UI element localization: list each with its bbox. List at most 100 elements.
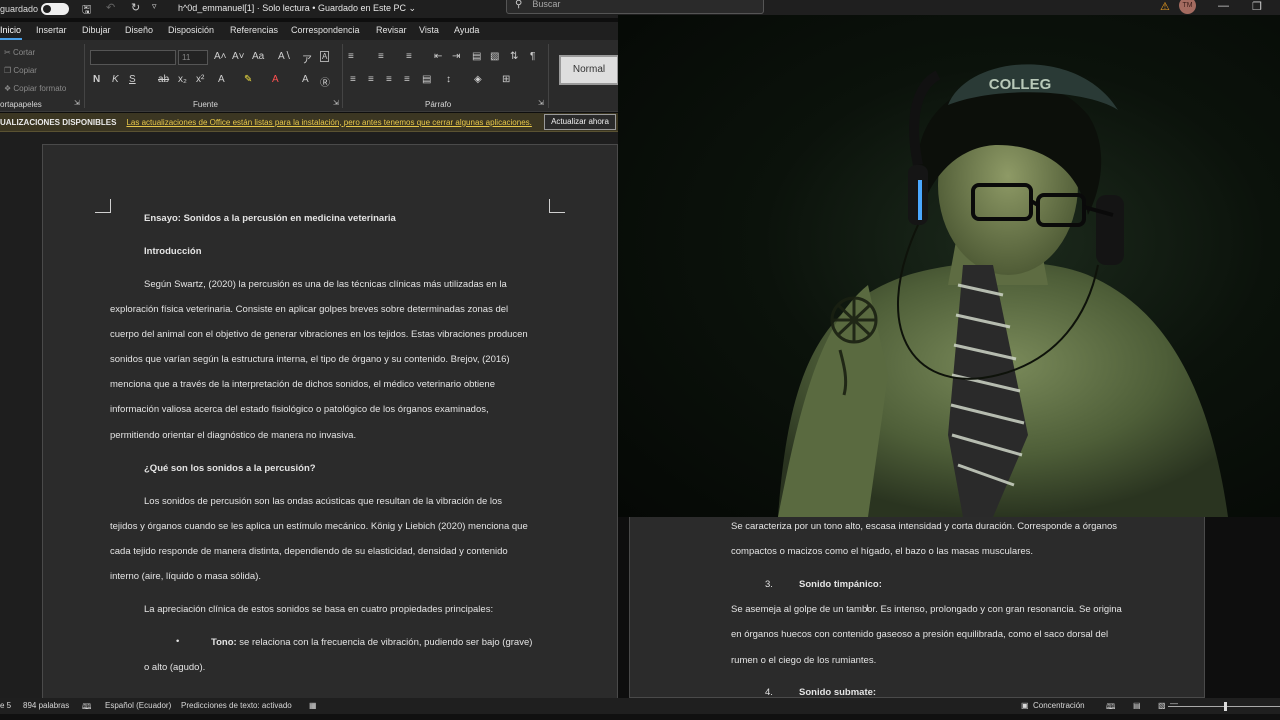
character-scaling-icon[interactable]: ▧ <box>490 51 499 62</box>
search-box[interactable]: ⚲ Buscar <box>506 0 764 14</box>
document-title[interactable]: h^0d_emmanuel[1] · Solo lectura • Guarda… <box>178 0 416 18</box>
zoom-slider-thumb[interactable] <box>1224 702 1227 711</box>
tab-insertar[interactable]: Insertar <box>36 25 67 35</box>
page-indicator[interactable]: e 5 <box>0 701 11 710</box>
italic-icon[interactable]: K <box>112 74 119 85</box>
banner-message-link[interactable]: Las actualizaciones de Office están list… <box>126 118 531 127</box>
tab-inicio[interactable]: Inicio <box>0 25 21 35</box>
bullet-dot: • <box>176 636 180 647</box>
warning-icon[interactable]: ⚠ <box>1160 0 1170 13</box>
tab-vista[interactable]: Vista <box>419 25 439 35</box>
avatar[interactable]: TM <box>1179 0 1196 14</box>
align-right-icon[interactable]: ≡ <box>386 74 392 85</box>
multilevel-list-icon[interactable]: ≡ <box>406 51 412 62</box>
document-area[interactable]: Ensayo: Sonidos a la percusión en medici… <box>0 132 618 704</box>
focus-mode-button[interactable]: Concentración <box>1033 701 1085 710</box>
cap-text: COLLEG <box>989 76 1052 93</box>
text-effects-icon[interactable]: A <box>218 74 225 85</box>
paragraph-line: cada tejido responde de manera distinta,… <box>110 546 508 557</box>
tab-disposicion[interactable]: Disposición <box>168 25 214 35</box>
decrease-indent-icon[interactable]: ⇤ <box>434 51 442 62</box>
character-border-icon[interactable]: A <box>320 51 330 62</box>
tab-diseno[interactable]: Diseño <box>125 25 153 35</box>
restore-icon[interactable]: ❐ <box>1252 0 1262 13</box>
superscript-icon[interactable]: x² <box>196 74 204 85</box>
font-color-icon[interactable]: A <box>272 74 279 85</box>
language-indicator[interactable]: Español (Ecuador) <box>105 701 171 710</box>
grow-font-icon[interactable]: A˄ <box>214 51 227 62</box>
clear-format-icon[interactable]: A∖ <box>278 51 291 62</box>
character-shading-icon[interactable]: A <box>302 74 309 85</box>
tab-correspondencia[interactable]: Correspondencia <box>291 25 360 35</box>
font-name-box[interactable] <box>90 50 176 65</box>
paragraph-line: rumen o el ciego de los rumiantes. <box>731 655 877 666</box>
highlight-icon[interactable]: ✎ <box>244 74 252 85</box>
tab-ayuda[interactable]: Ayuda <box>454 25 479 35</box>
webcam-overlay: COLLEG <box>618 15 1280 517</box>
ribbon-separator <box>84 44 85 108</box>
shrink-font-icon[interactable]: A˅ <box>232 51 245 62</box>
justify-icon[interactable]: ≡ <box>404 74 410 85</box>
font-launcher-icon[interactable]: ⇲ <box>333 99 339 107</box>
sort-icon[interactable]: ⇅ <box>510 51 518 62</box>
show-formatting-icon[interactable]: ¶ <box>530 51 535 62</box>
taskbar <box>0 714 1280 720</box>
update-now-button[interactable]: Actualizar ahora <box>544 114 616 130</box>
font-size-box[interactable]: 11 <box>178 50 208 65</box>
increase-indent-icon[interactable]: ⇥ <box>452 51 460 62</box>
accessibility-icon[interactable]: ▦ <box>309 701 317 710</box>
strikethrough-icon[interactable]: ab <box>158 74 169 85</box>
asian-layout-icon[interactable]: ▤ <box>472 51 481 62</box>
focus-icon[interactable]: ▣ <box>1021 701 1029 710</box>
second-document-page[interactable]: Se caracteriza por un tono alto, escasa … <box>629 517 1205 698</box>
autosave-label: guardado <box>0 4 39 14</box>
redo-icon[interactable]: ↻ <box>131 1 140 14</box>
tab-revisar[interactable]: Revisar <box>376 25 407 35</box>
style-normal[interactable]: Normal <box>559 55 619 85</box>
webcam-image: COLLEG <box>778 64 1228 517</box>
numbering-icon[interactable]: ≡ <box>378 51 384 62</box>
clipboard-launcher-icon[interactable]: ⇲ <box>74 99 80 107</box>
change-case-icon[interactable]: Aa <box>252 51 264 62</box>
paragraph-line: Se asemeja al golpe de un tambor. Es int… <box>731 604 1122 615</box>
paragraph-group-label: Párrafo <box>425 100 452 109</box>
shading-icon[interactable]: ◈ <box>474 74 482 85</box>
line-spacing-icon[interactable]: ↕ <box>446 74 451 85</box>
subscript-icon[interactable]: x₂ <box>178 74 187 85</box>
ribbon-separator <box>342 44 343 108</box>
read-mode-icon[interactable]: 🕮 <box>1106 701 1115 715</box>
align-center-icon[interactable]: ≡ <box>368 74 374 85</box>
minimize-icon[interactable]: — <box>1218 0 1229 12</box>
borders-icon[interactable]: ⊞ <box>502 74 510 85</box>
text-predictions-status[interactable]: Predicciones de texto: activado <box>181 701 292 710</box>
tab-referencias[interactable]: Referencias <box>230 25 278 35</box>
copy-button[interactable]: ❐ Copiar <box>4 66 37 75</box>
underline-icon[interactable]: S <box>129 74 136 85</box>
tab-dibujar[interactable]: Dibujar <box>82 25 111 35</box>
bullets-icon[interactable]: ≡ <box>348 51 354 62</box>
phonetic-guide-icon[interactable]: ア <box>302 51 312 66</box>
paragraph-launcher-icon[interactable]: ⇲ <box>538 99 544 107</box>
ribbon-tabs: Inicio Insertar Dibujar Diseño Disposici… <box>0 22 618 40</box>
heading-introduccion: Introducción <box>144 246 202 257</box>
paragraph-line: interno (aire, líquido o masa sólida). <box>110 571 262 582</box>
customize-toolbar-icon[interactable]: ▿ <box>152 1 157 12</box>
print-layout-icon[interactable]: ▤ <box>1133 701 1141 710</box>
distributed-icon[interactable]: ▤ <box>422 74 431 85</box>
format-painter-button[interactable]: ❖ Copiar formato <box>4 84 66 93</box>
web-layout-icon[interactable]: ▧ <box>1158 701 1166 710</box>
autosave-toggle[interactable] <box>41 3 70 15</box>
proofing-icon[interactable]: 🕮 <box>82 701 91 715</box>
clipboard-group-label: ortapapeles <box>0 100 42 109</box>
enclose-character-icon[interactable]: Ⓡ <box>320 74 330 89</box>
document-page[interactable]: Ensayo: Sonidos a la percusión en medici… <box>42 144 618 704</box>
word-count[interactable]: 894 palabras <box>23 701 69 710</box>
heading-que-son: ¿Qué son los sonidos a la percusión? <box>144 463 316 474</box>
undo-icon[interactable]: ↶ <box>106 1 115 14</box>
bold-icon[interactable]: N <box>93 74 100 85</box>
document-title-text: Ensayo: Sonidos a la percusión en medici… <box>144 213 396 224</box>
save-icon[interactable]: 🖫 <box>82 1 91 20</box>
cut-button[interactable]: ✂ Cortar <box>4 48 35 57</box>
align-left-icon[interactable]: ≡ <box>350 74 356 85</box>
paragraph-line: sonidos que varían según la estructura i… <box>110 354 510 365</box>
